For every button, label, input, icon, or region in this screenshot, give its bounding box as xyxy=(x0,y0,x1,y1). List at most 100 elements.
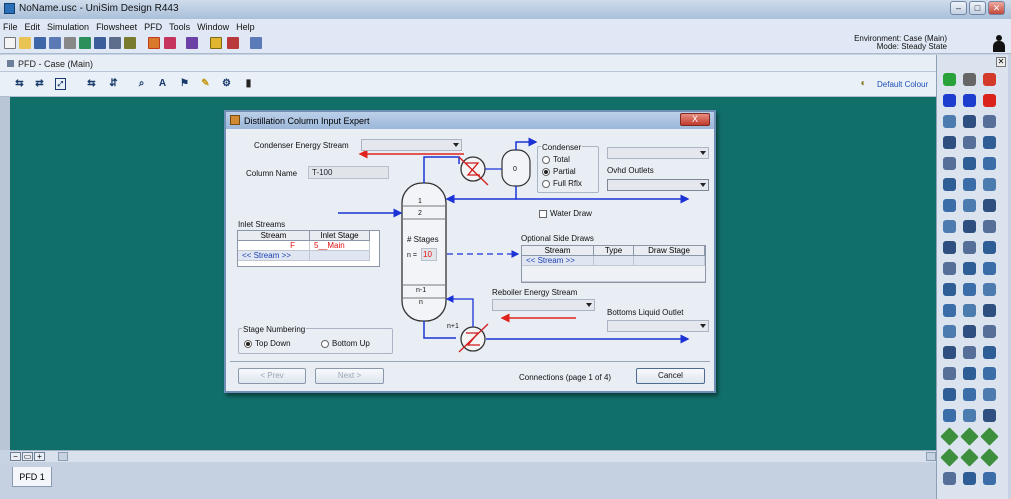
utilities-icon[interactable] xyxy=(186,37,198,49)
palette-unit-op-icon[interactable] xyxy=(943,241,956,254)
top-down-radio[interactable] xyxy=(244,340,252,348)
palette-unit-op-icon[interactable] xyxy=(983,367,996,380)
scroll-left-button[interactable] xyxy=(58,452,68,461)
palette-unit-op-icon[interactable] xyxy=(943,409,956,422)
palette-unit-op-icon[interactable] xyxy=(983,136,996,149)
palette-unit-op-icon[interactable] xyxy=(963,262,976,275)
horizontal-scrollbar[interactable] xyxy=(10,450,936,462)
menu-tools[interactable]: Tools xyxy=(169,22,190,32)
print-icon[interactable] xyxy=(64,37,76,49)
palette-unit-op-icon[interactable] xyxy=(983,472,996,485)
column-name-input[interactable]: T-100 xyxy=(308,166,389,179)
palette-unit-op-icon[interactable] xyxy=(963,283,976,296)
inlet-row-2-stream[interactable]: << Stream >> xyxy=(238,251,310,261)
reactions-icon[interactable] xyxy=(124,37,136,49)
save-as-icon[interactable] xyxy=(49,37,61,49)
palette-unit-op-icon[interactable] xyxy=(980,427,999,446)
palette-unit-op-icon[interactable] xyxy=(960,448,979,467)
condenser-full-reflux-radio[interactable] xyxy=(542,180,550,188)
zoom-in-button[interactable]: + xyxy=(34,452,45,461)
inlet-row-2-stage[interactable] xyxy=(310,251,370,261)
close-button[interactable]: ✕ xyxy=(988,1,1005,15)
size-mode-icon[interactable]: ⚙ xyxy=(221,78,232,90)
palette-unit-op-icon[interactable] xyxy=(963,304,976,317)
condenser-energy-stream-combo[interactable] xyxy=(361,139,462,151)
label-icon[interactable]: A xyxy=(157,78,168,90)
palette-close-icon[interactable]: ✕ xyxy=(996,57,1006,67)
palette-unit-op-icon[interactable] xyxy=(963,388,976,401)
palette-unit-op-icon[interactable] xyxy=(983,73,996,86)
condenser-total-radio[interactable] xyxy=(542,156,550,164)
break-connection-icon[interactable]: ⇆ xyxy=(86,78,97,90)
palette-unit-op-icon[interactable] xyxy=(943,346,956,359)
zoom-icon[interactable]: ⌕ xyxy=(136,78,147,90)
palette-unit-op-icon[interactable] xyxy=(943,94,956,107)
save-icon[interactable] xyxy=(34,37,46,49)
menu-file[interactable]: File xyxy=(3,22,18,32)
menu-window[interactable]: Window xyxy=(197,22,229,32)
side-draw-row-stream[interactable]: << Stream >> xyxy=(522,256,594,266)
menu-simulation[interactable]: Simulation xyxy=(47,22,89,32)
cancel-button[interactable]: Cancel xyxy=(636,368,705,384)
palette-unit-op-icon[interactable] xyxy=(940,448,959,467)
palette-unit-op-icon[interactable] xyxy=(983,409,996,422)
palette-unit-op-icon[interactable] xyxy=(940,427,959,446)
palette-unit-op-icon[interactable] xyxy=(943,304,956,317)
ovhd-liquid-outlet-combo[interactable] xyxy=(607,179,709,191)
dynamics-flask-icon[interactable] xyxy=(250,37,262,49)
palette-unit-op-icon[interactable] xyxy=(943,388,956,401)
palette-unit-op-icon[interactable] xyxy=(963,199,976,212)
menu-flowsheet[interactable]: Flowsheet xyxy=(96,22,137,32)
fluid-package-icon[interactable] xyxy=(94,37,106,49)
inlet-row-1-stage[interactable]: 5__Main xyxy=(310,241,370,251)
condenser-partial-radio[interactable] xyxy=(542,168,550,176)
palette-unit-op-icon[interactable] xyxy=(983,283,996,296)
workbook-icon[interactable] xyxy=(148,37,160,49)
palette-unit-op-icon[interactable] xyxy=(943,136,956,149)
reboiler-energy-stream-combo[interactable] xyxy=(492,299,595,311)
new-case-icon[interactable] xyxy=(4,37,16,49)
zoom-out-button[interactable]: − xyxy=(10,452,21,461)
palette-unit-op-icon[interactable] xyxy=(983,262,996,275)
palette-unit-op-icon[interactable] xyxy=(943,73,956,86)
colour-scheme-palette-icon[interactable]: ◐ xyxy=(858,78,869,90)
palette-unit-op-icon[interactable] xyxy=(963,115,976,128)
bottom-up-radio[interactable] xyxy=(321,340,329,348)
color-scheme-icon[interactable]: ✎ xyxy=(200,78,211,90)
palette-unit-op-icon[interactable] xyxy=(963,220,976,233)
pfd-icon[interactable] xyxy=(164,37,176,49)
palette-unit-op-icon[interactable] xyxy=(963,241,976,254)
colour-scheme-select[interactable]: Default Colour xyxy=(877,78,937,92)
palette-unit-op-icon[interactable] xyxy=(943,220,956,233)
prev-button[interactable]: < Prev xyxy=(238,368,306,384)
zoom-all-icon[interactable]: ⤢ xyxy=(55,78,66,90)
palette-unit-op-icon[interactable] xyxy=(963,409,976,422)
palette-unit-op-icon[interactable] xyxy=(943,325,956,338)
palette-unit-op-icon[interactable] xyxy=(943,115,956,128)
palette-unit-op-icon[interactable] xyxy=(983,199,996,212)
attach-icon[interactable]: ⇄ xyxy=(34,78,45,90)
palette-unit-op-icon[interactable] xyxy=(983,325,996,338)
water-draw-checkbox[interactable] xyxy=(539,210,547,218)
palette-unit-op-icon[interactable] xyxy=(943,157,956,170)
inlet-row-1-stream[interactable]: F xyxy=(238,241,310,251)
palette-unit-op-icon[interactable] xyxy=(983,388,996,401)
palette-unit-op-icon[interactable] xyxy=(983,220,996,233)
palette-unit-op-icon[interactable] xyxy=(983,115,996,128)
palette-unit-op-icon[interactable] xyxy=(983,94,996,107)
palette-unit-op-icon[interactable] xyxy=(980,448,999,467)
move-icon[interactable]: ⇆ xyxy=(14,78,25,90)
menu-help[interactable]: Help xyxy=(236,22,255,32)
minimize-button[interactable]: – xyxy=(950,1,967,15)
palette-unit-op-icon[interactable] xyxy=(963,136,976,149)
palette-unit-op-icon[interactable] xyxy=(943,472,956,485)
auto-position-icon[interactable]: ⇵ xyxy=(108,78,119,90)
palette-unit-op-icon[interactable] xyxy=(963,73,976,86)
components-icon[interactable] xyxy=(79,37,91,49)
palette-unit-op-icon[interactable] xyxy=(983,346,996,359)
palette-unit-op-icon[interactable] xyxy=(963,367,976,380)
palette-unit-op-icon[interactable] xyxy=(963,157,976,170)
palette-unit-op-icon[interactable] xyxy=(943,367,956,380)
palette-unit-op-icon[interactable] xyxy=(943,262,956,275)
palette-unit-op-icon[interactable] xyxy=(960,427,979,446)
